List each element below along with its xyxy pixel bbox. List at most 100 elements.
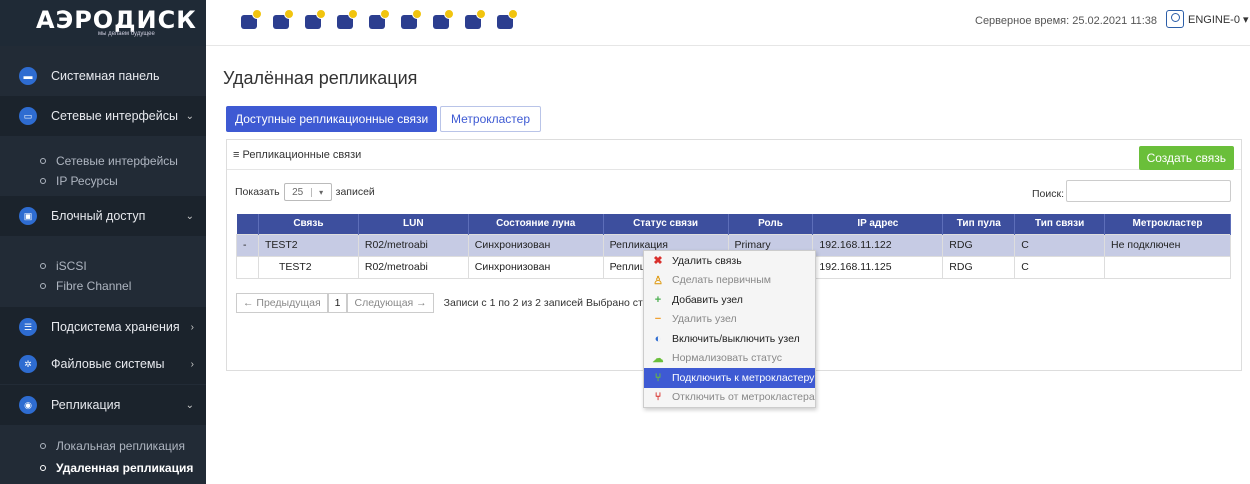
normalize-icon: ☁ bbox=[652, 352, 664, 365]
cell-ip: 192.168.11.122 bbox=[812, 233, 944, 257]
sidebar-subitem-remote-replication[interactable]: Удаленная репликация bbox=[0, 458, 206, 478]
logo-text: АЭРОДИСК bbox=[36, 6, 197, 34]
next-page-button[interactable]: Следующая → bbox=[347, 293, 434, 313]
column-header[interactable]: Статус связи bbox=[603, 214, 729, 234]
context-menu-item[interactable]: ⑂ Подключить к метрокластеру bbox=[644, 368, 815, 388]
chevron-down-icon: ⌄ bbox=[185, 110, 194, 122]
sidebar-item-filesystems[interactable]: ✲ Файловые системы › bbox=[0, 344, 206, 384]
status-badge bbox=[348, 9, 358, 19]
dashboard-icon: ▬ bbox=[19, 67, 37, 85]
page-number-button[interactable]: 1 bbox=[327, 293, 348, 313]
remove-icon: − bbox=[654, 313, 662, 326]
sidebar: ▬ Системная панель ▭ Сетевые интерфейсы … bbox=[0, 46, 206, 484]
column-header[interactable]: Состояние луна bbox=[468, 214, 604, 234]
sidebar-item-label: Системная панель bbox=[51, 69, 160, 83]
network-icon: ▭ bbox=[19, 107, 37, 125]
row-expand-toggle[interactable]: - bbox=[236, 233, 259, 257]
replication-icon: ◉ bbox=[19, 396, 37, 414]
cell-pool: RDG bbox=[942, 233, 1016, 257]
page-length-control: Показать 25 ▾ записей bbox=[235, 183, 375, 201]
status-badge bbox=[412, 9, 422, 19]
bullet-icon bbox=[40, 283, 46, 289]
page-length-select[interactable]: 25 ▾ bbox=[283, 183, 332, 201]
sidebar-item-network[interactable]: ▭ Сетевые интерфейсы ⌄ bbox=[0, 96, 206, 136]
row-expand-toggle bbox=[236, 255, 259, 279]
status-badge bbox=[284, 9, 294, 19]
display-icon[interactable] bbox=[430, 9, 454, 33]
context-menu-item[interactable]: ✖ Удалить связь bbox=[644, 251, 815, 271]
sidebar-subitem-fibre-channel[interactable]: Fibre Channel bbox=[0, 276, 206, 296]
column-header[interactable]: Метрокластер bbox=[1104, 214, 1231, 234]
bullet-icon bbox=[40, 263, 46, 269]
chevron-down-icon: ⌄ bbox=[185, 399, 194, 411]
network-icon[interactable] bbox=[398, 9, 422, 33]
sidebar-subitem-iscsi[interactable]: iSCSI bbox=[0, 256, 206, 276]
monitor-icon[interactable] bbox=[270, 9, 294, 33]
disconnect-metro-icon: ⑂ bbox=[654, 391, 662, 404]
bullet-icon bbox=[40, 158, 46, 164]
prev-page-button[interactable]: ← Предыдущая bbox=[236, 293, 328, 313]
page-title: Удалённая репликация bbox=[223, 68, 418, 88]
sidebar-item-label: Файловые системы bbox=[51, 357, 165, 371]
nodes-icon[interactable] bbox=[494, 9, 518, 33]
tab-metrocluster[interactable]: Метрокластер bbox=[440, 106, 542, 132]
create-link-button[interactable]: Создать связь bbox=[1138, 146, 1234, 170]
cell-pool: RDG bbox=[942, 255, 1016, 279]
page-length-value: 25 bbox=[292, 186, 304, 198]
search-input[interactable] bbox=[1066, 180, 1231, 202]
sidebar-item-label: Блочный доступ bbox=[51, 209, 146, 223]
chevron-down-icon: ▾ bbox=[310, 187, 331, 197]
column-header[interactable]: Тип пула bbox=[942, 214, 1016, 234]
column-header[interactable]: IP адрес bbox=[812, 214, 944, 234]
engine-selector[interactable]: ENGINE-0 ▾ bbox=[1166, 10, 1249, 28]
column-header[interactable]: Роль bbox=[728, 214, 814, 234]
sidebar-item-block-access[interactable]: ▣ Блочный доступ ⌄ bbox=[0, 196, 206, 236]
connect-metro-icon: ⑂ bbox=[654, 371, 662, 384]
context-menu-label: Сделать первичным bbox=[672, 274, 771, 287]
panel-title: ≡ Репликационные связи bbox=[227, 140, 1241, 170]
column-header[interactable]: Тип связи bbox=[1014, 214, 1106, 234]
column-header[interactable]: LUN bbox=[358, 214, 469, 234]
sidebar-subitem-label: Fibre Channel bbox=[56, 279, 132, 293]
server-time: Серверное время: 25.02.2021 11:38 bbox=[975, 15, 1158, 27]
pagination: ← Предыдущая 1 Следующая → Записи с 1 по… bbox=[236, 293, 643, 313]
rack-icon[interactable] bbox=[462, 9, 486, 33]
files-icon: ✲ bbox=[19, 355, 37, 373]
cluster-icon[interactable] bbox=[334, 9, 358, 33]
cell-type: C bbox=[1014, 255, 1106, 279]
pagination-info: Записи с 1 по 2 из 2 записей Выбрано ст bbox=[443, 297, 643, 309]
context-menu-label: Подключить к метрокластеру bbox=[672, 371, 815, 384]
column-header-expand bbox=[236, 214, 259, 234]
context-menu-item[interactable]: + Добавить узел bbox=[644, 290, 815, 310]
sidebar-item-replication[interactable]: ◉ Репликация ⌄ bbox=[0, 385, 206, 425]
status-badge bbox=[316, 9, 326, 19]
block-icon: ▣ bbox=[19, 207, 37, 225]
engine-label: ENGINE-0 ▾ bbox=[1188, 13, 1249, 26]
sidebar-subitem-network-interfaces[interactable]: Сетевые интерфейсы bbox=[0, 151, 206, 171]
tab-available-links[interactable]: Доступные репликационные связи bbox=[226, 106, 438, 132]
bullet-icon bbox=[40, 465, 46, 471]
delete-icon: ✖ bbox=[653, 255, 663, 268]
context-menu-item: ♙ Сделать первичным bbox=[644, 271, 815, 291]
cell-lun: R02/metroabi bbox=[357, 233, 469, 257]
status-badge bbox=[508, 9, 518, 19]
storage-icon: ☰ bbox=[19, 318, 37, 336]
storage-icon[interactable] bbox=[238, 9, 262, 33]
chevron-right-icon: › bbox=[190, 321, 194, 333]
status-badge bbox=[444, 9, 454, 19]
cell-ip: 192.168.11.125 bbox=[812, 255, 944, 279]
context-menu-item[interactable]: ◐ Включить/выключить узел bbox=[644, 329, 815, 349]
sidebar-subitem-ip-resources[interactable]: IP Ресурсы bbox=[0, 171, 206, 191]
cell-link: TEST2 bbox=[257, 233, 359, 257]
sidebar-subitem-local-replication[interactable]: Локальная репликация bbox=[0, 436, 206, 456]
user-icon bbox=[1166, 10, 1184, 28]
context-menu-item: ☁ Нормализовать статус bbox=[644, 349, 815, 369]
logo[interactable]: АЭРОДИСК мы делаем будущее bbox=[0, 0, 206, 46]
chevron-right-icon: › bbox=[190, 358, 194, 370]
sidebar-item-storage[interactable]: ☰ Подсистема хранения › bbox=[0, 307, 206, 347]
sidebar-item-dashboard[interactable]: ▬ Системная панель bbox=[0, 56, 206, 96]
cell-lun: R02/metroabi bbox=[357, 255, 469, 279]
column-header[interactable]: Связь bbox=[258, 214, 359, 234]
pool-icon[interactable] bbox=[366, 9, 390, 33]
server-icon[interactable] bbox=[302, 9, 326, 33]
